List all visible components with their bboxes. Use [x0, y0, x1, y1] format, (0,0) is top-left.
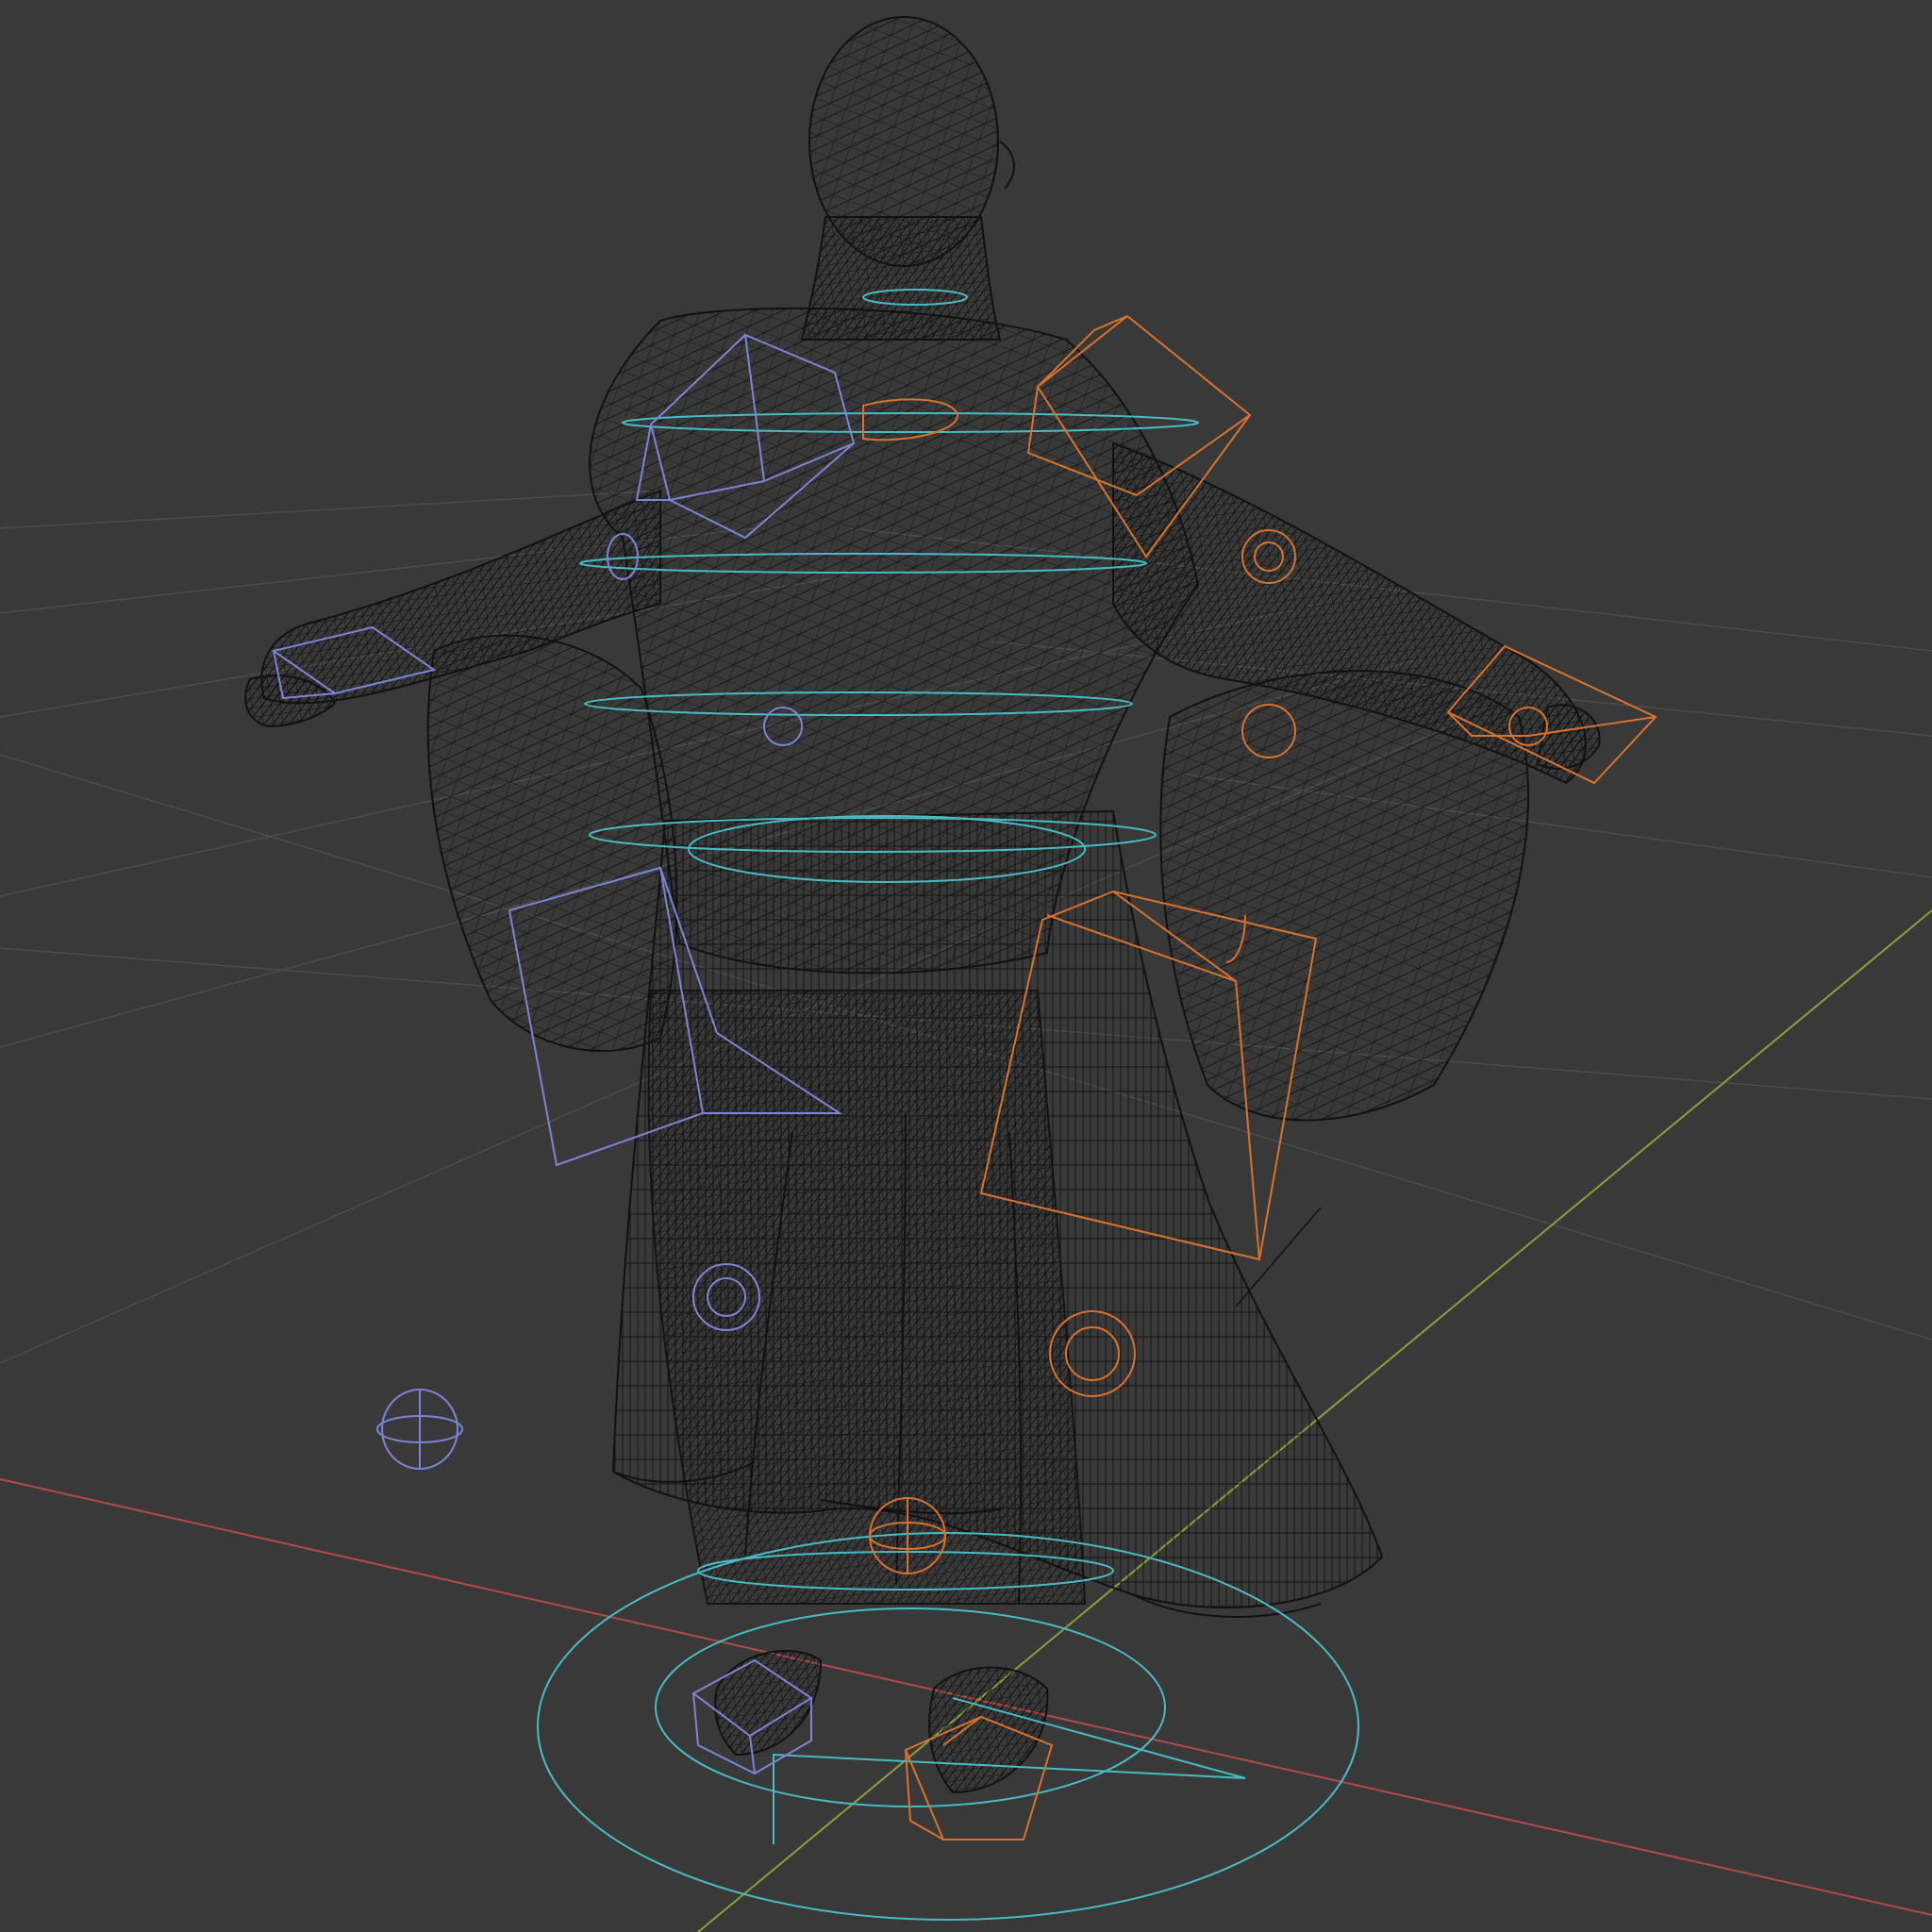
head-mesh	[808, 16, 999, 267]
3d-viewport[interactable]	[0, 0, 1932, 1932]
